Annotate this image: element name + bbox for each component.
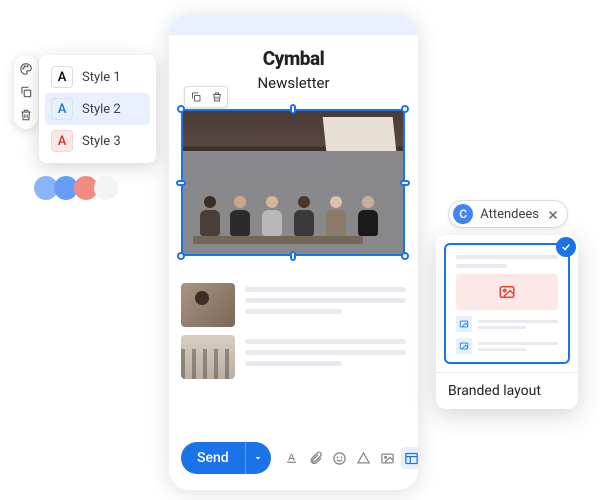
resize-handle[interactable] [177,252,185,260]
style-chip: A [51,98,73,120]
style-option-2[interactable]: A Style 2 [45,93,150,125]
close-icon[interactable] [546,207,560,221]
selection-frame [181,109,405,256]
chip-avatar: C [453,204,473,224]
layout-preview [444,243,570,364]
text-placeholder [245,335,406,379]
send-button[interactable]: Send [181,442,245,474]
color-swatches [34,176,118,200]
thumbnail-image[interactable] [181,283,235,327]
attach-icon[interactable] [305,447,327,469]
style-chip: A [51,130,73,152]
send-button-group: Send [181,442,271,474]
style-option-3[interactable]: A Style 3 [45,125,150,157]
resize-handle[interactable] [176,180,186,186]
attendees-chip[interactable]: C Attendees [448,200,568,228]
color-swatch[interactable] [94,176,118,200]
thumbnail-image[interactable] [181,335,235,379]
thumb-placeholder-icon [456,338,472,354]
trash-icon[interactable] [17,106,35,124]
check-icon [556,237,576,257]
resize-handle[interactable] [401,252,409,260]
copy-icon[interactable] [17,83,35,101]
image-placeholder-icon [456,274,558,310]
text-placeholder [245,283,406,327]
layout-icon[interactable] [401,447,418,469]
style-option-1[interactable]: A Style 1 [45,61,150,93]
style-label: Style 1 [82,70,121,85]
style-chip: A [51,66,73,88]
style-label: Style 3 [82,134,121,149]
style-label: Style 2 [82,102,121,117]
brand-logo: Cymbal [169,47,418,70]
emoji-icon[interactable] [329,447,351,469]
chip-label: Attendees [480,207,539,222]
compose-toolbar: Send [181,438,406,478]
editor-header [169,15,418,35]
palette-icon[interactable] [17,60,35,78]
copy-block-button[interactable] [185,87,206,107]
resize-handle[interactable] [177,105,185,113]
text-format-icon[interactable] [281,447,303,469]
drive-icon[interactable] [353,447,375,469]
selection-toolbar [184,86,228,108]
thumb-placeholder-icon [456,316,472,332]
selected-image-block[interactable] [181,109,405,256]
resize-handle[interactable] [290,104,296,114]
side-tool-strip [14,55,38,129]
style-picker: A Style 1 A Style 2 A Style 3 [39,55,156,163]
send-dropdown-button[interactable] [245,442,271,474]
content-row [181,335,406,379]
delete-block-button[interactable] [206,87,227,107]
layout-card[interactable]: Branded layout [436,235,578,409]
layout-card-label: Branded layout [436,372,578,409]
resize-handle[interactable] [400,180,410,186]
resize-handle[interactable] [401,105,409,113]
content-row [181,283,406,327]
resize-handle[interactable] [290,251,296,261]
insert-image-icon[interactable] [377,447,399,469]
